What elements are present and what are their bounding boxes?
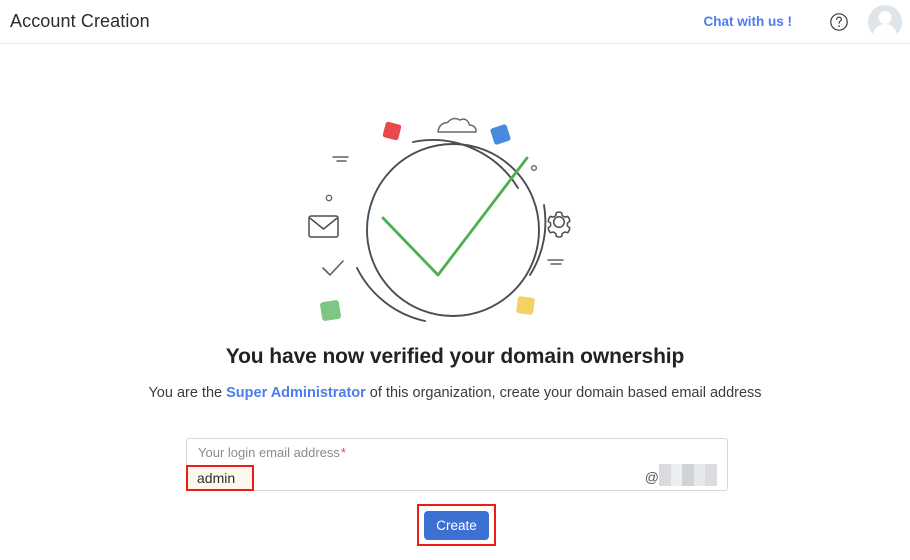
question-circle-icon[interactable] — [828, 11, 850, 33]
login-email-field-group[interactable]: Your login email address* admin @ — [186, 438, 728, 491]
create-button[interactable]: Create — [424, 511, 489, 540]
super-administrator-label: Super Administrator — [226, 385, 366, 401]
email-local-part-highlight[interactable]: admin — [186, 465, 254, 491]
redact-block — [682, 464, 694, 486]
required-asterisk: * — [340, 445, 346, 460]
subline-suffix: of this organization, create your domain… — [365, 385, 762, 401]
user-avatar-icon[interactable] — [868, 4, 902, 39]
success-headline: You have now verified your domain owners… — [225, 345, 685, 368]
redact-block — [670, 464, 683, 486]
avatar-body — [873, 23, 897, 39]
header-actions: Chat with us ! — [704, 4, 910, 39]
domain-verified-illustration — [0, 100, 910, 350]
at-symbol: @ — [644, 469, 659, 485]
domain-redacted-block — [659, 464, 717, 486]
redact-block — [693, 464, 706, 486]
login-email-label: Your login email address* — [198, 445, 346, 460]
page-title: Account Creation — [10, 11, 150, 31]
success-subline: You are the Super Administrator of this … — [0, 385, 910, 401]
app-header: Account Creation Chat with us ! — [0, 0, 910, 44]
redact-block — [705, 464, 717, 486]
avatar-head — [878, 10, 892, 24]
main-content: You have now verified your domain owners… — [0, 45, 910, 560]
login-email-label-text: Your login email address — [198, 445, 340, 460]
redact-block — [659, 464, 671, 486]
subline-prefix: You are the — [148, 385, 227, 401]
email-local-part-input[interactable]: admin — [197, 471, 235, 485]
chat-with-us-link[interactable]: Chat with us ! — [704, 14, 793, 29]
